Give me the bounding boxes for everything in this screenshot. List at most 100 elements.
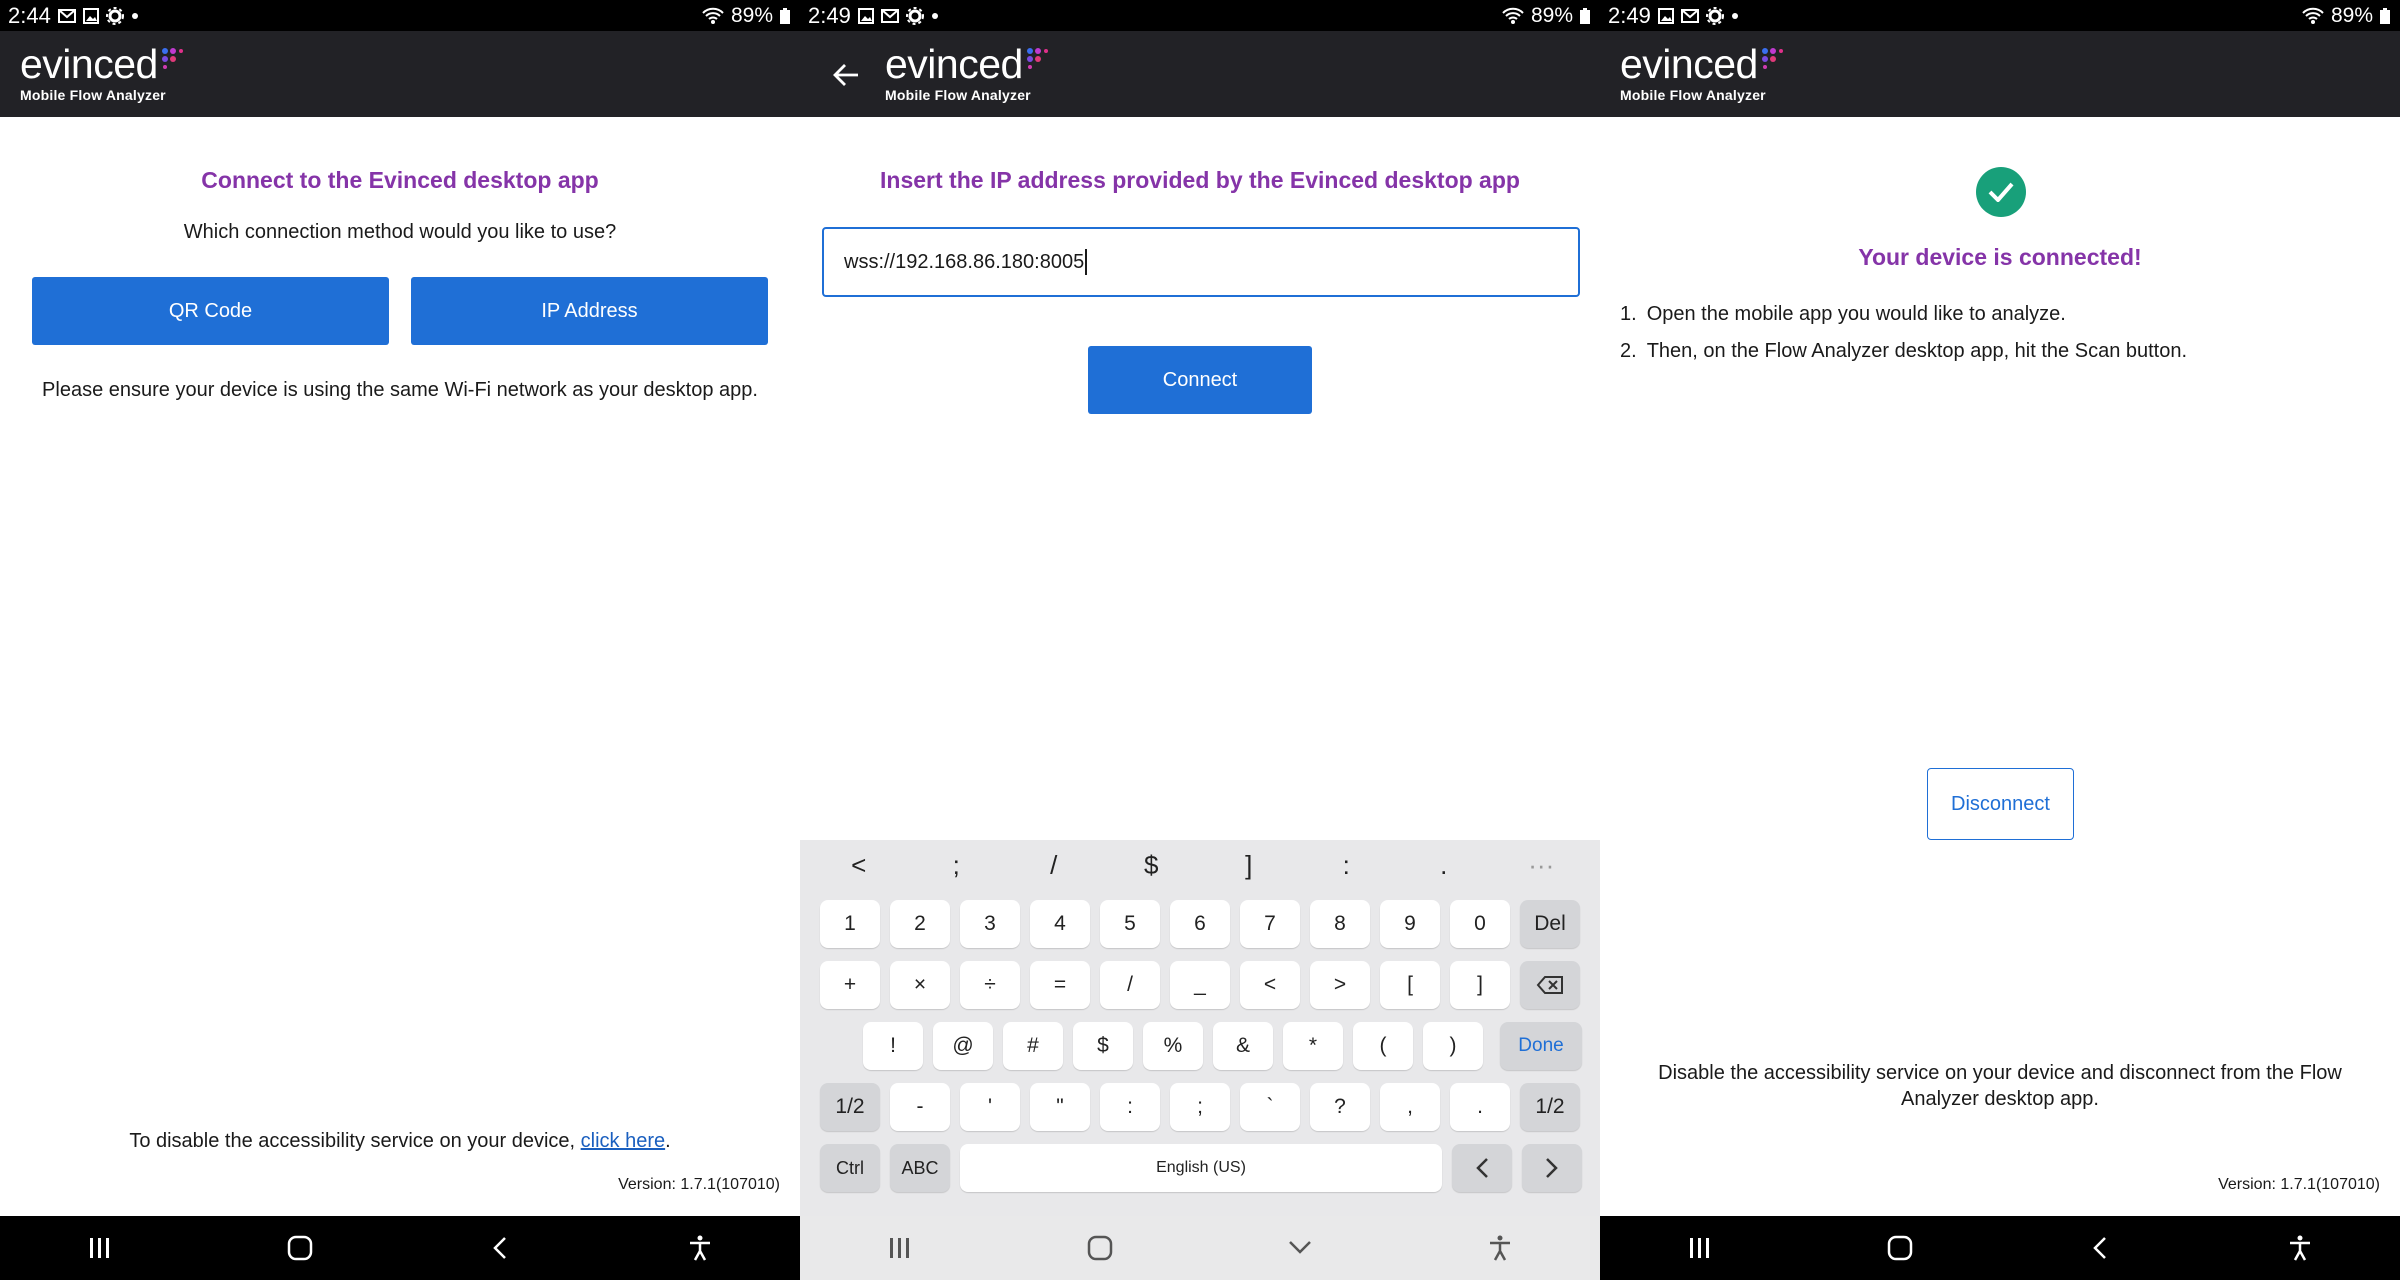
key-digit[interactable]: 6	[1170, 900, 1230, 948]
click-here-link[interactable]: click here	[581, 1130, 665, 1152]
ip-address-input[interactable]: wss://192.168.86.180:8005	[822, 227, 1580, 297]
accessibility-icon[interactable]	[1475, 1228, 1525, 1268]
gmail-icon	[57, 8, 76, 23]
back-nav-icon[interactable]	[475, 1228, 525, 1268]
key-digit[interactable]: 9	[1380, 900, 1440, 948]
toolbar-key[interactable]: <	[829, 850, 889, 881]
toolbar-key[interactable]: /	[1024, 850, 1084, 881]
toolbar-key[interactable]: .	[1414, 850, 1474, 881]
logo-subtitle: Mobile Flow Analyzer	[1620, 87, 1766, 103]
key-digit[interactable]: 8	[1310, 900, 1370, 948]
symbol-keyboard: < ; / $ ] : . ··· 1 2 3 4 5 6 7 8 9 0 Del + × ÷ = / _ < >[…	[800, 840, 1600, 1216]
space-key[interactable]: English (US)	[960, 1144, 1442, 1192]
disconnect-button[interactable]: Disconnect	[1927, 768, 2074, 840]
dot-icon	[131, 12, 139, 20]
key-symbol[interactable]: >	[1310, 961, 1370, 1009]
key-symbol[interactable]: ÷	[960, 961, 1020, 1009]
done-key[interactable]: Done	[1500, 1022, 1582, 1070]
key-symbol[interactable]: $	[1073, 1022, 1133, 1070]
key-digit[interactable]: 7	[1240, 900, 1300, 948]
app-header: evinced Mobile Flow Analyzer	[0, 31, 800, 117]
toolbar-key[interactable]: $	[1121, 850, 1181, 881]
page-toggle-key[interactable]: 1/2	[1520, 1083, 1580, 1131]
step-number: 2.	[1620, 340, 1637, 362]
hide-keyboard-icon[interactable]	[1275, 1228, 1325, 1268]
key-digit[interactable]: 3	[960, 900, 1020, 948]
home-icon[interactable]	[275, 1228, 325, 1268]
key-symbol[interactable]: ]	[1450, 961, 1510, 1009]
toolbar-key[interactable]: :	[1316, 850, 1376, 881]
accessibility-icon[interactable]	[675, 1228, 725, 1268]
wifi-icon	[1502, 7, 1524, 25]
key-symbol[interactable]: )	[1423, 1022, 1483, 1070]
ip-address-button[interactable]: IP Address	[411, 277, 768, 345]
key-symbol[interactable]: [	[1380, 961, 1440, 1009]
cursor-left-key[interactable]	[1452, 1144, 1512, 1192]
key-symbol[interactable]: ;	[1170, 1083, 1230, 1131]
evinced-logo: evinced Mobile Flow Analyzer	[885, 43, 1048, 103]
settings-icon	[105, 6, 124, 25]
key-symbol[interactable]: =	[1030, 961, 1090, 1009]
key-symbol[interactable]: ×	[890, 961, 950, 1009]
step-number: 1.	[1620, 303, 1637, 325]
recent-apps-icon[interactable]	[875, 1228, 925, 1268]
toolbar-key[interactable]: ;	[926, 850, 986, 881]
ctrl-key[interactable]: Ctrl	[820, 1144, 880, 1192]
key-symbol[interactable]: ,	[1380, 1083, 1440, 1131]
key-digit[interactable]: 4	[1030, 900, 1090, 948]
recent-apps-icon[interactable]	[1675, 1228, 1725, 1268]
status-time: 2:44	[8, 2, 51, 28]
home-icon[interactable]	[1075, 1228, 1125, 1268]
key-symbol[interactable]: @	[933, 1022, 993, 1070]
key-symbol[interactable]: &	[1213, 1022, 1273, 1070]
logo-word: evinced	[20, 41, 158, 87]
key-symbol[interactable]: /	[1100, 961, 1160, 1009]
key-symbol[interactable]: !	[863, 1022, 923, 1070]
key-symbol[interactable]: +	[820, 961, 880, 1009]
backspace-icon	[1536, 976, 1563, 994]
gmail-icon	[880, 8, 899, 23]
status-time: 2:49	[1608, 2, 1651, 28]
connect-button[interactable]: Connect	[1088, 346, 1312, 414]
delete-key[interactable]: Del	[1520, 900, 1580, 948]
key-digit[interactable]: 2	[890, 900, 950, 948]
disable-footer-suffix: .	[665, 1130, 671, 1152]
accessibility-icon[interactable]	[2275, 1228, 2325, 1268]
home-icon[interactable]	[1875, 1228, 1925, 1268]
dot-icon	[931, 12, 939, 20]
key-symbol[interactable]: _	[1170, 961, 1230, 1009]
backspace-key[interactable]	[1520, 961, 1580, 1009]
back-nav-icon[interactable]	[2075, 1228, 2125, 1268]
cursor-right-key[interactable]	[1522, 1144, 1582, 1192]
more-options-key[interactable]: ···	[1511, 850, 1571, 881]
battery-percent: 89%	[730, 3, 773, 27]
key-symbol[interactable]: .	[1450, 1083, 1510, 1131]
page-title: Insert the IP address provided by the Ev…	[880, 167, 1520, 193]
key-symbol[interactable]: '	[960, 1083, 1020, 1131]
key-symbol[interactable]: -	[890, 1083, 950, 1131]
key-symbol[interactable]: ?	[1310, 1083, 1370, 1131]
key-symbol[interactable]: (	[1353, 1022, 1413, 1070]
version-label: Version: 1.7.1(107010)	[618, 1176, 780, 1193]
key-symbol[interactable]: "	[1030, 1083, 1090, 1131]
back-arrow-icon[interactable]	[832, 61, 866, 95]
toolbar-key[interactable]: ]	[1219, 850, 1279, 881]
connected-title: Your device is connected!	[1858, 244, 2142, 270]
disable-note: Disable the accessibility service on you…	[1658, 1062, 2342, 1110]
key-digit[interactable]: 0	[1450, 900, 1510, 948]
gmail-icon	[1680, 8, 1699, 23]
logo-word: evinced	[1620, 41, 1758, 87]
key-symbol[interactable]: :	[1100, 1083, 1160, 1131]
nav-bar	[1600, 1216, 2400, 1280]
key-digit[interactable]: 5	[1100, 900, 1160, 948]
qr-code-button[interactable]: QR Code	[32, 277, 389, 345]
abc-key[interactable]: ABC	[890, 1144, 950, 1192]
key-symbol[interactable]: #	[1003, 1022, 1063, 1070]
recent-apps-icon[interactable]	[75, 1228, 125, 1268]
key-symbol[interactable]: *	[1283, 1022, 1343, 1070]
key-symbol[interactable]: %	[1143, 1022, 1203, 1070]
key-symbol[interactable]: <	[1240, 961, 1300, 1009]
key-digit[interactable]: 1	[820, 900, 880, 948]
page-toggle-key[interactable]: 1/2	[820, 1083, 880, 1131]
key-symbol[interactable]: `	[1240, 1083, 1300, 1131]
